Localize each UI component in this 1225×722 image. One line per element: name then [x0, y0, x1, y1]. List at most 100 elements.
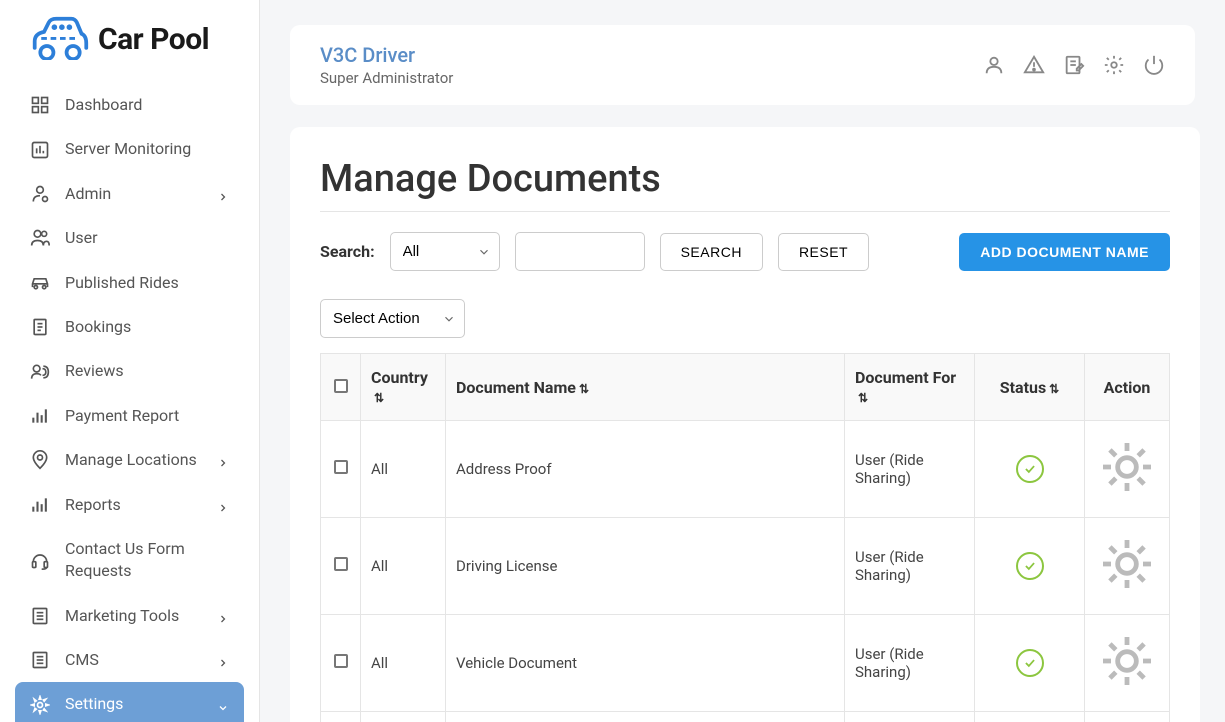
page-title: Manage Documents [320, 157, 1170, 212]
sidebar-item-marketing-tools[interactable]: Marketing Tools [0, 594, 259, 638]
search-bar: Search: All SEARCH RESET ADD DOCUMENT NA… [320, 232, 1170, 271]
sidebar-item-admin[interactable]: Admin [0, 172, 259, 216]
car-logo-icon [30, 15, 90, 63]
bar-chart-icon [30, 495, 50, 515]
cell-document-for: User (Ride Sharing) [845, 518, 975, 615]
brand-name: Car Pool [98, 22, 209, 57]
row-checkbox[interactable] [334, 460, 348, 474]
sidebar-item-contact-us-form-requests[interactable]: Contact Us Form Requests [0, 527, 259, 594]
sidebar-item-label: Manage Locations [65, 449, 217, 471]
status-active-icon[interactable] [1016, 455, 1044, 483]
country-header[interactable]: Country⇅ [361, 354, 446, 421]
search-button[interactable]: SEARCH [660, 233, 763, 271]
sidebar-item-label: CMS [65, 649, 217, 671]
search-input[interactable] [515, 232, 645, 271]
chevron-right-icon [217, 654, 229, 666]
search-label: Search: [320, 242, 375, 261]
cell-country: All [361, 712, 446, 722]
chevron-right-icon [217, 499, 229, 511]
profile-icon[interactable] [983, 54, 1005, 76]
chevron-down-icon [217, 699, 229, 711]
cell-document-name: Vehicle Document [446, 615, 845, 712]
row-settings-icon[interactable] [1095, 485, 1159, 503]
sort-icon: ⇅ [579, 382, 589, 396]
sidebar-item-label: Dashboard [65, 94, 229, 116]
power-icon[interactable] [1143, 54, 1165, 76]
cell-document-for: User (Ride Sharing) [845, 421, 975, 518]
sidebar-item-user[interactable]: User [0, 216, 259, 260]
note-icon[interactable] [1063, 54, 1085, 76]
chevron-right-icon [217, 188, 229, 200]
cell-document-name: Address Proof [446, 421, 845, 518]
cell-document-for: User (Ride Sharing) [845, 712, 975, 722]
sidebar-item-label: Server Monitoring [65, 138, 229, 160]
alert-icon[interactable] [1023, 54, 1045, 76]
cell-country: All [361, 421, 446, 518]
documents-table: Country⇅ Document Name⇅ Document For⇅ St… [320, 353, 1170, 722]
sort-icon: ⇅ [1049, 382, 1059, 396]
document-name-header[interactable]: Document Name⇅ [446, 354, 845, 421]
row-settings-icon[interactable] [1095, 582, 1159, 600]
status-active-icon[interactable] [1016, 552, 1044, 580]
row-settings-icon[interactable] [1095, 679, 1159, 697]
table-row: All Vehicle Insurance User (Ride Sharing… [321, 712, 1170, 722]
table-row: All Address Proof User (Ride Sharing) [321, 421, 1170, 518]
sidebar-item-bookings[interactable]: Bookings [0, 305, 259, 349]
sidebar-item-label: Marketing Tools [65, 605, 217, 627]
sidebar-item-label: Bookings [65, 316, 229, 338]
row-checkbox[interactable] [334, 557, 348, 571]
sidebar-item-dashboard[interactable]: Dashboard [0, 83, 259, 127]
sidebar-item-label: Payment Report [65, 405, 229, 427]
sidebar-item-label: Reports [65, 494, 217, 516]
table-row: All Driving License User (Ride Sharing) [321, 518, 1170, 615]
user-role: Super Administrator [320, 69, 453, 87]
nav-list: Dashboard Server Monitoring Admin User Publi… [0, 83, 259, 722]
gear-icon [30, 695, 50, 715]
admin-icon [30, 184, 50, 204]
chart-icon [30, 140, 50, 160]
select-all-header[interactable] [321, 354, 361, 421]
sidebar-item-server-monitoring[interactable]: Server Monitoring [0, 127, 259, 171]
sidebar-item-payment-report[interactable]: Payment Report [0, 394, 259, 438]
reset-button[interactable]: RESET [778, 233, 869, 271]
headset-icon [30, 550, 50, 570]
main-content: V3C Driver Super Administrator Manage Do… [260, 0, 1225, 722]
sidebar-item-settings[interactable]: Settings [15, 682, 244, 722]
table-row: All Vehicle Document User (Ride Sharing) [321, 615, 1170, 712]
cell-document-name: Vehicle Insurance [446, 712, 845, 722]
status-active-icon[interactable] [1016, 649, 1044, 677]
sidebar-item-label: User [65, 227, 229, 249]
brand-logo: Car Pool [0, 0, 259, 78]
select-all-checkbox[interactable] [334, 379, 348, 393]
sidebar-item-cms[interactable]: CMS [0, 638, 259, 682]
sidebar: Car Pool Dashboard Server Monitoring Admin… [0, 0, 260, 722]
sidebar-item-label: Admin [65, 183, 217, 205]
sidebar-item-reports[interactable]: Reports [0, 483, 259, 527]
user-info: V3C Driver Super Administrator [320, 43, 453, 87]
bar-chart-icon [30, 406, 50, 426]
topbar-actions [983, 54, 1165, 76]
row-checkbox[interactable] [334, 654, 348, 668]
list-icon [30, 606, 50, 626]
sidebar-item-label: Reviews [65, 360, 229, 382]
action-header: Action [1085, 354, 1170, 421]
sidebar-item-published-rides[interactable]: Published Rides [0, 261, 259, 305]
content-card: Manage Documents Search: All SEARCH RESE… [290, 127, 1200, 722]
sidebar-item-label: Contact Us Form Requests [65, 538, 229, 583]
reviews-icon [30, 362, 50, 382]
sidebar-item-manage-locations[interactable]: Manage Locations [0, 438, 259, 482]
document-for-header[interactable]: Document For⇅ [845, 354, 975, 421]
chevron-right-icon [217, 454, 229, 466]
username-link[interactable]: V3C Driver [320, 43, 453, 67]
dashboard-icon [30, 95, 50, 115]
search-filter-select[interactable]: All [390, 232, 500, 271]
status-header[interactable]: Status⇅ [975, 354, 1085, 421]
cell-document-name: Driving License [446, 518, 845, 615]
bulk-action-select[interactable]: Select Action [320, 299, 465, 338]
sidebar-item-reviews[interactable]: Reviews [0, 349, 259, 393]
users-icon [30, 228, 50, 248]
document-icon [30, 317, 50, 337]
add-document-button[interactable]: ADD DOCUMENT NAME [959, 233, 1170, 271]
settings-icon[interactable] [1103, 54, 1125, 76]
list-icon [30, 650, 50, 670]
